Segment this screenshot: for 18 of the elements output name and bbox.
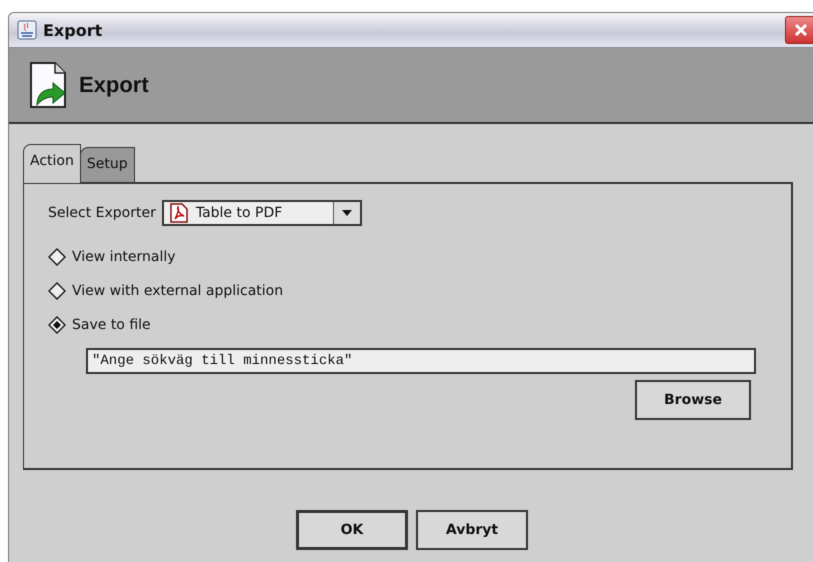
radio-option[interactable]: View with external application	[48, 282, 791, 300]
radio-option[interactable]: Save to file	[48, 316, 791, 334]
dialog-button[interactable]: Avbryt	[416, 510, 528, 550]
exporter-dropdown[interactable]: Table to PDF	[162, 200, 362, 226]
pdf-icon	[170, 203, 188, 223]
tab[interactable]: Action	[23, 144, 81, 183]
dialog-button[interactable]: OK	[296, 510, 408, 550]
close-icon	[793, 22, 809, 38]
exporter-label: Select Exporter	[48, 205, 156, 221]
radio-option[interactable]: View internally	[48, 248, 791, 266]
close-button[interactable]	[785, 16, 813, 44]
app-icon	[17, 20, 37, 40]
header-title: Export	[79, 72, 149, 98]
path-field[interactable]: "Ange sökväg till minnessticka"	[86, 348, 756, 374]
caret-icon	[342, 210, 352, 216]
browse-button[interactable]: Browse	[635, 380, 751, 420]
window-title: Export	[43, 20, 104, 40]
tab[interactable]: Setup	[80, 147, 135, 182]
